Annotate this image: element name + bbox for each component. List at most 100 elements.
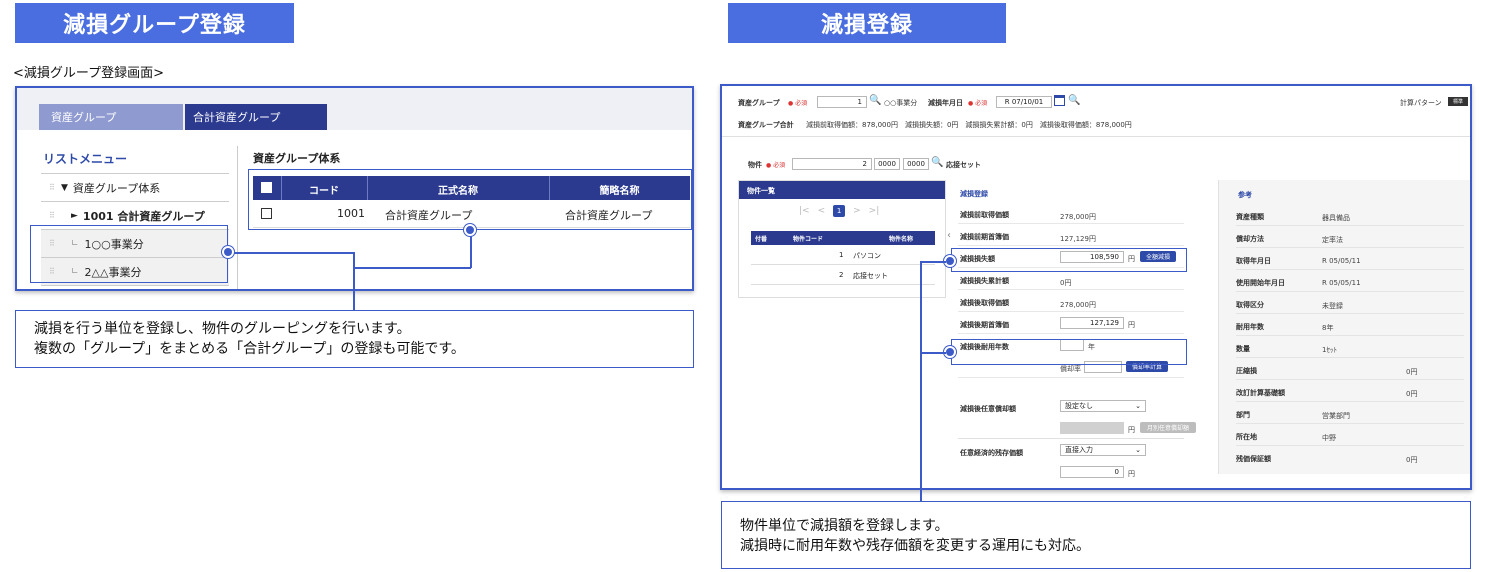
row-name: 応接セット [853, 272, 888, 280]
field-value: 127,129円 [1060, 235, 1096, 243]
tree-item-root[interactable]: ⠿ ▼ 資産グループ体系 [41, 174, 229, 202]
connector-line [920, 261, 922, 501]
list-row[interactable]: 1 パソコン [751, 245, 935, 265]
required-text: 必須 [773, 162, 786, 169]
property-code-2[interactable]: 0000 [903, 158, 929, 170]
next-page-icon[interactable]: > [853, 206, 861, 216]
divider [722, 136, 1470, 137]
reference-row: 改訂計算基礎額 0円 [1236, 380, 1464, 402]
ref-value: 定率法 [1322, 236, 1343, 244]
dep-select-value: 設定なし [1065, 402, 1093, 410]
reference-row: 数量 1ｾｯﾄ [1236, 336, 1464, 358]
first-page-icon[interactable]: |< [799, 206, 810, 216]
chevron-down-icon: ⌄ [1135, 446, 1141, 454]
search-icon[interactable]: 🔍 [869, 95, 881, 106]
connector-line [920, 352, 946, 354]
residual-input[interactable]: 0 [1060, 466, 1124, 478]
date-input[interactable]: R 07/10/01 [996, 96, 1052, 108]
required-badge: ● 必須 [968, 98, 987, 107]
dep-label: 減損後任意償却額 [960, 405, 1016, 413]
ref-label: 使用開始年月日 [1236, 279, 1285, 287]
tree-item-label: 資産グループ体系 [72, 181, 161, 195]
field-value: 0円 [1060, 279, 1072, 287]
calc-pattern-label: 計算パターン [1400, 99, 1442, 107]
description-line: 減損時に耐用年数や残存価額を変更する運用にも対応。 [740, 538, 1090, 554]
ref-value: 器具備品 [1322, 214, 1350, 222]
ref-label: 取得年月日 [1236, 257, 1271, 265]
col-number: 付番 [755, 236, 768, 243]
field-row: 減損前期首簿価 127,129円 [958, 224, 1184, 246]
reference-row: 耐用年数 8年 [1236, 314, 1464, 336]
group-input[interactable]: 1 [817, 96, 867, 108]
last-page-icon[interactable]: >| [869, 206, 880, 216]
property-list-panel: 物件一覧 |< < 1 > >| 付番 物件コード 物件名称 1 パソコン 2 … [738, 180, 946, 298]
ref-value: 中野 [1322, 434, 1336, 442]
unit: 円 [1128, 321, 1135, 329]
book-value-input[interactable]: 127,129 [1060, 317, 1124, 329]
calc-pattern-badge: 標準 [1448, 97, 1468, 106]
reference-row: 取得区分 未登録 [1236, 292, 1464, 314]
required-text: 必須 [975, 100, 988, 107]
field-label: 減損損失累計額 [960, 277, 1009, 285]
totals-text: 減損前取得価額：878,000円 減損損失額：0円 減損損失累計額：0円 減損後… [806, 121, 1132, 129]
list-table-header: 付番 物件コード 物件名称 [751, 231, 935, 245]
prev-page-icon[interactable]: < [818, 206, 826, 216]
ref-label: 耐用年数 [1236, 323, 1264, 331]
list-row[interactable]: 2 応接セット [751, 265, 935, 285]
field-label: 減損後取得価額 [960, 299, 1009, 307]
dep-select[interactable]: 設定なし ⌄ [1060, 400, 1146, 412]
group-name: ○○事業分 [884, 99, 918, 107]
drag-handle-icon[interactable]: ⠿ [49, 183, 61, 192]
ref-label: 残価保証額 [1236, 455, 1271, 463]
field-row: 減損後取得価額 278,000円 [958, 290, 1184, 312]
chevron-down-icon: ⌄ [1135, 402, 1141, 410]
connector-dot [222, 246, 234, 258]
required-text: 必須 [795, 100, 808, 107]
right-description: 物件単位で減損額を登録します。 減損時に耐用年数や残存価額を変更する運用にも対応… [721, 501, 1471, 569]
tab-asset-group[interactable]: 資産グループ [39, 104, 183, 130]
residual-label: 任意経済的残存価額 [960, 449, 1023, 457]
ref-label: 資産種類 [1236, 213, 1264, 221]
search-icon[interactable]: 🔍 [1068, 95, 1080, 106]
page-number[interactable]: 1 [833, 205, 846, 217]
reference-row: 圧縮損 0円 [1236, 358, 1464, 380]
ref-value: 0円 [1406, 390, 1418, 398]
residual-select-value: 直接入力 [1065, 446, 1093, 454]
required-badge: ● 必須 [766, 160, 785, 169]
total-label: 資産グループ合計 [738, 121, 794, 129]
group-label: 資産グループ [738, 99, 780, 107]
reference-row: 部門 営業部門 [1236, 402, 1464, 424]
description-line: 減損を行う単位を登録し、物件のグルーピングを行います。 [34, 321, 411, 337]
reference-row: 使用開始年月日 R 05/05/11 [1236, 270, 1464, 292]
calendar-icon[interactable] [1054, 95, 1065, 106]
collapse-icon[interactable]: ‹ [947, 230, 951, 241]
ref-label: 部門 [1236, 411, 1250, 419]
connector-line [920, 261, 946, 263]
ref-value: 0円 [1406, 456, 1418, 464]
panel-title: 資産グループ体系 [253, 152, 341, 165]
ref-value: 8年 [1322, 324, 1334, 332]
residual-select[interactable]: 直接入力 ⌄ [1060, 444, 1146, 456]
ref-label: 取得区分 [1236, 301, 1264, 309]
description-line: 物件単位で減損額を登録します。 [740, 518, 949, 534]
property-label: 物件 [748, 161, 762, 169]
field-value: 278,000円 [1060, 301, 1096, 309]
highlight-tree-groups [30, 225, 228, 283]
search-icon[interactable]: 🔍 [931, 157, 943, 168]
expand-icon[interactable]: ▼ [61, 183, 68, 193]
expand-icon[interactable]: ► [71, 211, 78, 221]
monthly-dep-button: 月別任意償却額 [1140, 422, 1196, 433]
tab-total-asset-group[interactable]: 合計資産グループ [185, 104, 327, 130]
highlight-loss-amount [951, 248, 1187, 272]
required-badge: ● 必須 [788, 98, 807, 107]
tree-item-label: 1001 合計資産グループ [82, 209, 205, 223]
ref-label: 圧縮損 [1236, 367, 1257, 375]
property-list-header: 物件一覧 [739, 181, 945, 199]
property-code-1[interactable]: 0000 [874, 158, 900, 170]
required-dot-icon: ● [968, 100, 974, 107]
property-input[interactable]: 2 [792, 158, 872, 170]
row-name: パソコン [853, 252, 881, 260]
ref-value: 0円 [1406, 368, 1418, 376]
drag-handle-icon[interactable]: ⠿ [49, 211, 71, 220]
right-banner: 減損登録 [728, 3, 1006, 43]
